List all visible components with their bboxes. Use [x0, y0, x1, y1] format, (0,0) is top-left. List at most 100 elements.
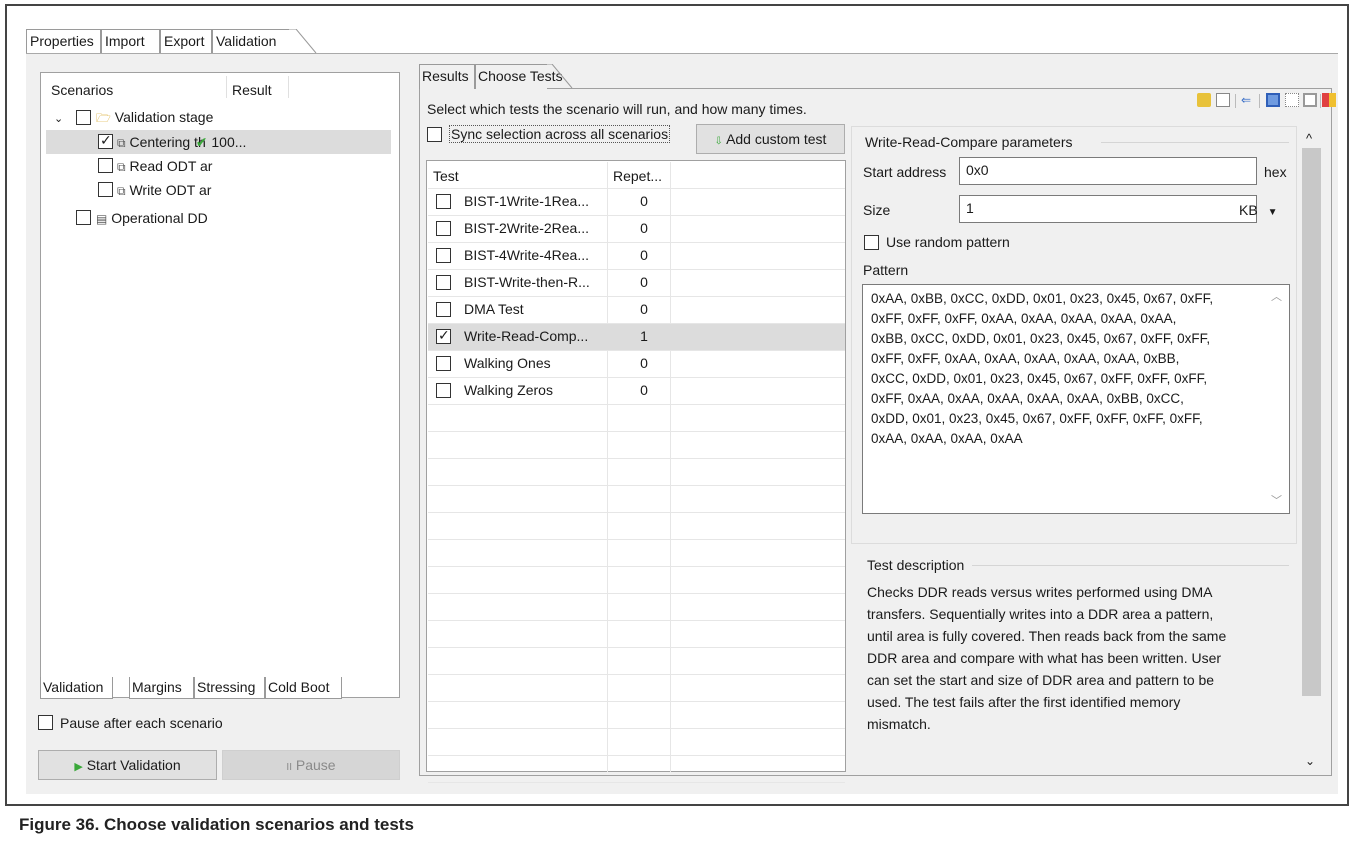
test-name: Write-Read-Comp...: [464, 328, 589, 344]
pattern-line: 0xFF, 0xAA, 0xAA, 0xAA, 0xAA, 0xAA, 0xBB…: [871, 391, 1184, 406]
test-repetitions[interactable]: 1: [634, 328, 654, 344]
window-icon[interactable]: [1303, 93, 1317, 107]
tab-slope-decoration: [546, 64, 573, 89]
test-checkbox[interactable]: [436, 356, 451, 371]
tree-checkbox[interactable]: [76, 210, 91, 225]
tree-item-label: Validation stage: [114, 109, 214, 125]
tab-stressing[interactable]: Stressing: [194, 677, 265, 699]
description-line: can set the start and size of DDR area a…: [867, 672, 1215, 688]
link-icon[interactable]: ⇐: [1241, 93, 1255, 107]
scroll-up-arrow-icon[interactable]: ^: [1306, 131, 1312, 146]
test-checkbox[interactable]: [436, 194, 451, 209]
tab-cold-boot[interactable]: Cold Boot: [265, 677, 342, 699]
tree-item-centering[interactable]: ⧉ Centering th✔ 100...: [117, 131, 246, 153]
chevron-down-icon[interactable]: ⌄: [54, 113, 63, 125]
scroll-down-arrow-icon[interactable]: ⌄: [1305, 754, 1315, 768]
tab-properties[interactable]: Properties: [26, 29, 101, 53]
test-repetitions[interactable]: 0: [634, 382, 654, 398]
tree-item-label: Write ODT ar: [129, 182, 212, 198]
test-checkbox[interactable]: [436, 327, 451, 344]
tab-validation-bottom[interactable]: Validation: [40, 677, 113, 699]
tab-validation[interactable]: Validation: [212, 29, 289, 53]
table-row[interactable]: BIST-1Write-1Rea... 0: [428, 189, 845, 216]
tree-checkbox[interactable]: [98, 182, 113, 197]
table-row[interactable]: Walking Ones 0: [428, 351, 845, 378]
test-checkbox[interactable]: [436, 275, 451, 290]
table-row[interactable]: BIST-Write-then-R... 0: [428, 270, 845, 297]
copy-icon[interactable]: [1216, 93, 1230, 107]
import-icon[interactable]: [1197, 93, 1211, 107]
tab-choose-tests[interactable]: Choose Tests: [475, 64, 563, 89]
test-checkbox[interactable]: [436, 383, 451, 398]
pause-checkbox[interactable]: [38, 715, 53, 730]
table-row-empty: [428, 405, 845, 432]
tab-strip-line: [26, 53, 1338, 54]
pause-checkbox-label[interactable]: Pause after each scenario: [60, 715, 223, 731]
tab-results[interactable]: Results: [419, 64, 475, 89]
scenario-tree[interactable]: [40, 72, 400, 698]
sync-checkbox[interactable]: [427, 127, 442, 142]
test-repetitions[interactable]: 0: [634, 193, 654, 209]
toolbar-separator: [1320, 94, 1321, 108]
pattern-textarea[interactable]: 0xAA, 0xBB, 0xCC, 0xDD, 0x01, 0x23, 0x45…: [862, 284, 1290, 514]
col-header-test[interactable]: Test: [433, 168, 459, 184]
test-repetitions[interactable]: 0: [634, 274, 654, 290]
test-repetitions[interactable]: 0: [634, 220, 654, 236]
tree-item-label: Operational DD: [111, 210, 208, 226]
layout-icon[interactable]: [1322, 93, 1336, 107]
start-validation-button[interactable]: ▶ Start Validation: [38, 750, 217, 780]
description-line: Checks DDR reads versus writes performed…: [867, 584, 1213, 600]
add-custom-test-button[interactable]: ⇩ Add custom test: [696, 124, 845, 154]
tab-margins[interactable]: Margins: [129, 677, 194, 699]
tree-checkbox[interactable]: [98, 158, 113, 173]
tree-row-validation-stage[interactable]: ⌄: [54, 106, 63, 128]
table-row[interactable]: BIST-2Write-2Rea... 0: [428, 216, 845, 243]
test-repetitions[interactable]: 0: [634, 355, 654, 371]
table-row-empty: [428, 567, 845, 594]
tree-item-read-odt[interactable]: ⧉ Read ODT ar: [117, 155, 212, 177]
col-header-repeat[interactable]: Repet...: [613, 168, 662, 184]
tree-item-label: Read ODT ar: [129, 158, 213, 174]
test-checkbox[interactable]: [436, 221, 451, 236]
col-header-scenarios[interactable]: Scenarios: [51, 82, 113, 98]
tab-export[interactable]: Export: [160, 29, 212, 53]
restore-icon[interactable]: [1285, 93, 1299, 107]
size-input[interactable]: 1: [959, 195, 1257, 223]
tab-import[interactable]: Import: [101, 29, 160, 53]
test-name: DMA Test: [464, 301, 524, 317]
test-table[interactable]: BIST-1Write-1Rea... 0 BIST-2Write-2Rea... 0…: [426, 160, 846, 783]
table-row[interactable]: Write-Read-Comp... 1: [428, 324, 845, 351]
pattern-line: 0xFF, 0xFF, 0xAA, 0xAA, 0xAA, 0xAA, 0xAA…: [871, 351, 1180, 366]
test-name: Walking Zeros: [464, 382, 553, 398]
table-row[interactable]: DMA Test 0: [428, 297, 845, 324]
scroll-up-icon[interactable]: ︿: [1271, 288, 1282, 304]
table-row-empty: [428, 459, 845, 486]
table-row-empty: [428, 648, 845, 675]
table-row[interactable]: Walking Zeros 0: [428, 378, 845, 405]
size-unit-select[interactable]: KB ▼: [1239, 202, 1277, 218]
tree-checkbox[interactable]: [98, 132, 113, 149]
test-checkbox[interactable]: [436, 302, 451, 317]
pause-button[interactable]: II Pause: [222, 750, 400, 780]
random-pattern-label[interactable]: Use random pattern: [886, 234, 1010, 250]
tab-slope-decoration: [288, 29, 317, 54]
tree-item-result: 100...: [211, 134, 247, 150]
table-row-empty: [428, 594, 845, 621]
tree-item-write-odt[interactable]: ⧉ Write ODT ar: [117, 179, 211, 201]
start-address-input[interactable]: 0x0: [959, 157, 1257, 185]
sync-checkbox-label[interactable]: Sync selection across all scenarios: [449, 125, 671, 143]
description-line: until area is fully covered. Then reads …: [867, 628, 1227, 644]
scrollbar-thumb[interactable]: [1302, 148, 1321, 696]
table-row[interactable]: BIST-4Write-4Rea... 0: [428, 243, 845, 270]
test-checkbox[interactable]: [436, 248, 451, 263]
test-repetitions[interactable]: 0: [634, 301, 654, 317]
random-pattern-checkbox[interactable]: [864, 235, 879, 250]
col-header-result[interactable]: Result: [232, 82, 272, 98]
scroll-down-icon[interactable]: ﹀: [1271, 492, 1282, 508]
tree-item-operational[interactable]: ▤ Operational DD: [96, 207, 208, 229]
figure-caption: Figure 36. Choose validation scenarios a…: [19, 815, 414, 834]
test-repetitions[interactable]: 0: [634, 247, 654, 263]
tree-checkbox[interactable]: [76, 110, 91, 125]
maximize-icon[interactable]: [1266, 93, 1280, 107]
description-line: DDR area and compare with what has been …: [867, 650, 1222, 666]
